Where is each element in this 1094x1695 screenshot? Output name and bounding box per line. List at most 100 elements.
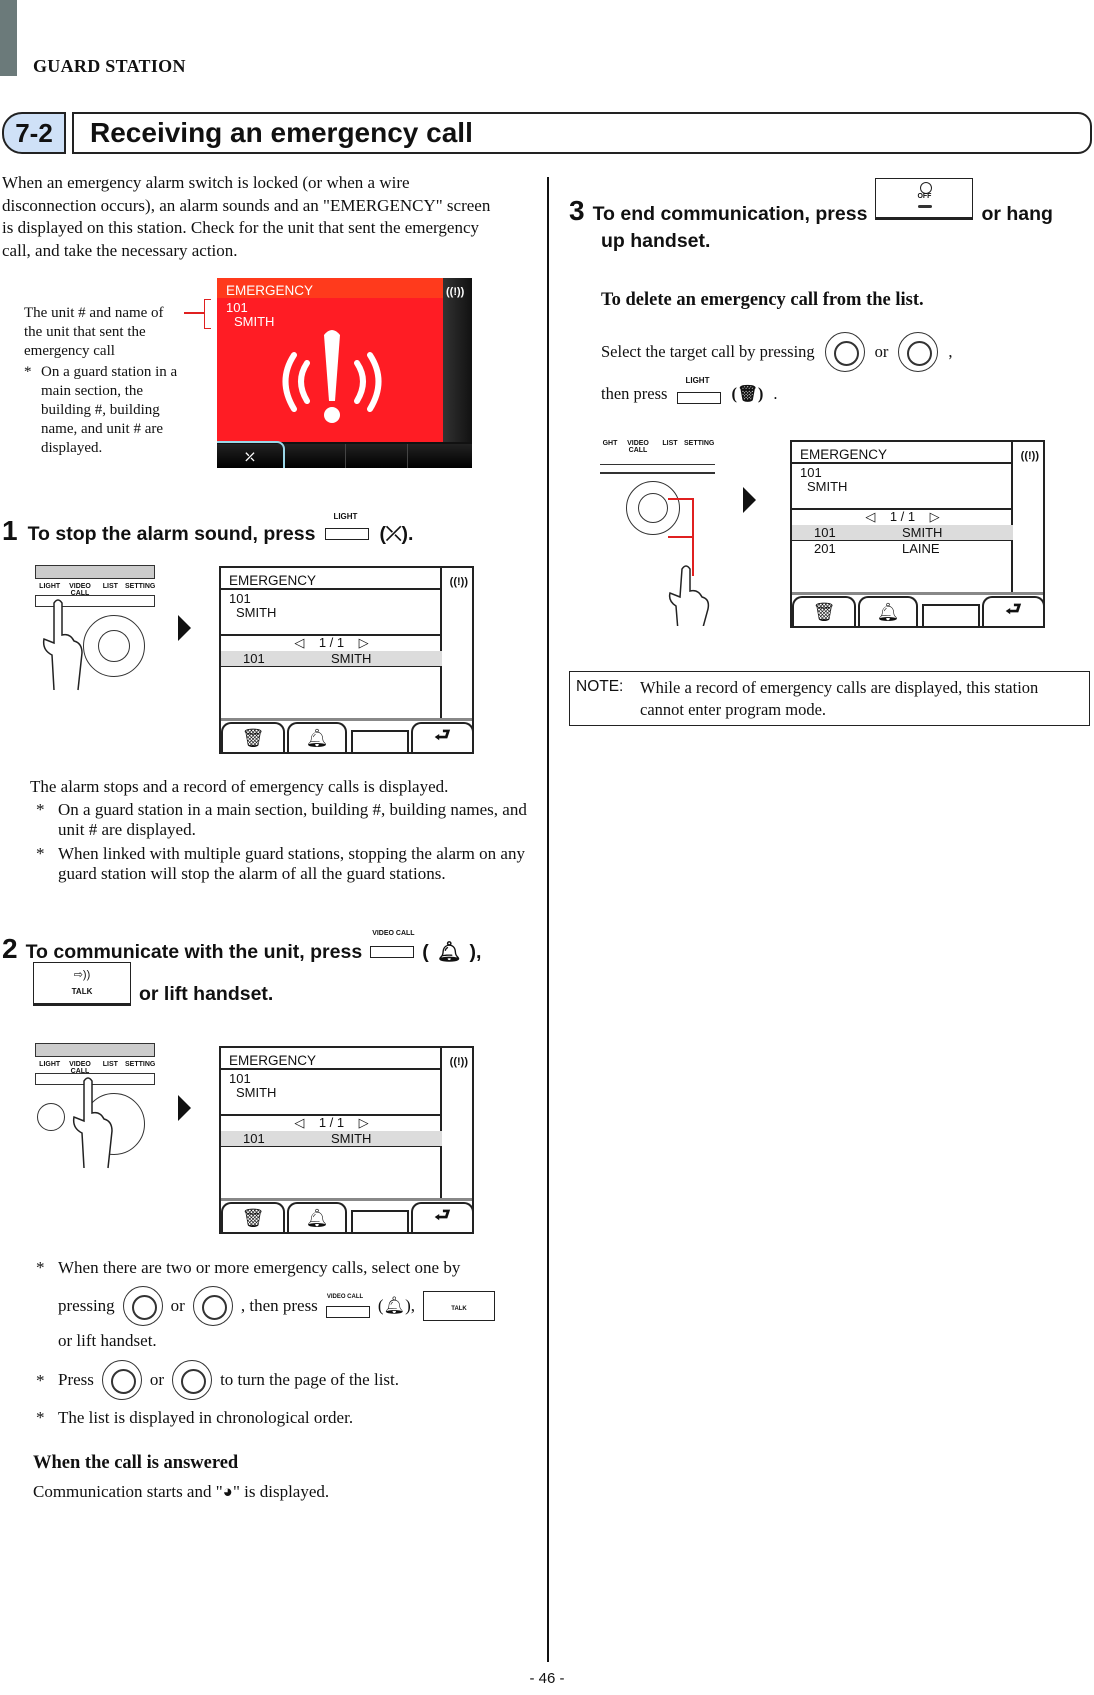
call-softkey[interactable]: 🔔︎: [287, 722, 347, 752]
section-header: GUARD STATION: [33, 56, 186, 76]
alarm-indicator-icon: ((!)): [446, 286, 465, 298]
device-panel-light-press: LIGHT VIDEO CALL LIST SETTING: [35, 565, 155, 695]
bell-icon: 🔔︎: [383, 1296, 406, 1315]
nav-left-button-icon: [172, 1360, 213, 1400]
delete-softkey[interactable]: 🗑: [221, 722, 285, 752]
page-title: Receiving an emergency call: [72, 112, 1092, 154]
callout-note: On a guard station in a main section, th…: [41, 364, 178, 456]
delete-heading: To delete an emergency call from the lis…: [601, 290, 924, 310]
callout-label: The unit # and name of the unit that sen…: [24, 305, 164, 359]
softkey-bar: 🗑 🔔︎ ⮐: [792, 592, 1043, 626]
note-label: NOTE:: [576, 678, 624, 695]
back-softkey[interactable]: ⮐: [982, 596, 1043, 626]
list-row[interactable]: 101 SMITH: [221, 651, 442, 667]
emergency-list-screen-3: ((!)) EMERGENCY 101 SMITH ◁ 1 / 1 ▷ 101 SM…: [790, 440, 1045, 628]
delete-softkey[interactable]: 🗑: [792, 596, 856, 626]
emergency-list-screen-1: ((!)) EMERGENCY 101 SMITH ◁ 1 / 1 ▷ 101 SM…: [219, 566, 474, 754]
answered-heading: When the call is answered: [33, 1453, 239, 1473]
call-softkey[interactable]: 🔔︎: [858, 596, 918, 626]
talk-icon: ⇨)): [73, 969, 91, 981]
step-number: 3: [569, 195, 585, 226]
step-1-text: To stop the alarm sound, press: [27, 523, 316, 545]
emergency-list-screen-2: ((!)) EMERGENCY 101 SMITH ◁ 1 / 1 ▷ 101 SM…: [219, 1046, 474, 1234]
alarm-mute-softkey[interactable]: ⤫: [217, 441, 285, 468]
alarm-mute-icon: ⤫: [243, 448, 257, 466]
asterisk: *: [24, 364, 32, 380]
back-softkey[interactable]: ⮐: [411, 722, 472, 752]
note-box: NOTE: While a record of emergency calls …: [569, 671, 1090, 726]
screen-header: EMERGENCY: [792, 442, 1013, 464]
step-2: 2 To communicate with the unit, press VI…: [2, 930, 482, 964]
bell-icon: 🔔︎: [305, 727, 329, 748]
nav-down-button-icon: [192, 1286, 233, 1326]
chapter-tab-bar: [0, 0, 17, 76]
back-softkey[interactable]: ⮐: [411, 1202, 472, 1232]
column-divider: [547, 177, 549, 1662]
step-1: 1 To stop the alarm sound, press LIGHT (…: [2, 512, 414, 547]
delete-softkey[interactable]: 🗑: [221, 1202, 285, 1232]
blank-softkey[interactable]: [351, 1210, 409, 1232]
key-button: [37, 1103, 65, 1131]
emergency-screen: EMERGENCY 101 SMITH ((!)) ⤫: [217, 278, 472, 468]
intro-paragraph: When an emergency alarm switch is locked…: [2, 173, 491, 260]
callout-line: [184, 312, 204, 314]
device-panel-nav-press: GHT VIDEO CALL LIST SETTING: [600, 436, 715, 626]
unit-number: 101: [226, 300, 248, 315]
callout-line: [668, 498, 692, 500]
result-arrow-icon: [178, 615, 191, 641]
alarm-indicator-icon: ((!)): [449, 576, 468, 588]
emergency-unit-info: 101 SMITH: [226, 301, 274, 329]
off-key: OFF: [875, 178, 974, 220]
step-2-line2: TALK ⇨)) or lift handset.: [33, 962, 273, 1006]
screen-header: EMERGENCY: [221, 568, 442, 590]
unit-number: 101: [229, 591, 251, 606]
step-2-text: To communicate with the unit, press: [25, 941, 363, 963]
callout: The unit # and name of the unit that sen…: [24, 304, 184, 458]
page-number: - 46 -: [529, 1670, 565, 1687]
step-1-result: The alarm stops and a record of emergenc…: [30, 776, 530, 888]
trash-icon: 🗑: [241, 727, 265, 748]
bell-icon: 🔔︎: [305, 1207, 329, 1228]
talk-key: TALK ⇨)): [33, 962, 131, 1006]
bell-icon: 🔔︎: [436, 941, 462, 963]
light-key-label: LIGHT: [333, 512, 358, 521]
result-arrow-icon: [178, 1095, 191, 1121]
list-row[interactable]: 101 SMITH: [221, 1131, 442, 1147]
communication-icon: ◕: [222, 1482, 233, 1501]
pager-count: 1 / 1: [318, 635, 345, 650]
screen-header: EMERGENCY: [221, 1048, 442, 1070]
blank-softkey[interactable]: [351, 730, 409, 752]
bell-icon: 🔔︎: [876, 601, 900, 622]
step-1-icon-text: (⤫).: [379, 523, 414, 545]
call-softkey[interactable]: 🔔︎: [287, 1202, 347, 1232]
note-text: When linked with multiple guard stations…: [58, 844, 525, 883]
device-panel-video-call-press: LIGHT VIDEO CALL LIST SETTING: [35, 1043, 155, 1173]
step-3: 3 To end communication, press OFF or han…: [569, 178, 1053, 227]
trash-icon: 🗑: [812, 601, 836, 622]
step-1-result-text: The alarm stops and a record of emergenc…: [30, 777, 449, 796]
list-row[interactable]: 201 LAINE: [792, 541, 1013, 556]
step-number: 2: [2, 933, 18, 964]
softkey-bar: 🗑 🔔︎ ⮐: [221, 718, 472, 752]
softkey-bar: 🗑 🔔︎ ⮐: [221, 1198, 472, 1232]
note-text: While a record of emergency calls are di…: [640, 678, 1039, 719]
step-3-line2: up handset.: [601, 230, 711, 252]
video-call-key: VIDEO CALL: [325, 1294, 370, 1318]
answered-text: Communication starts and "◕" is displaye…: [33, 1482, 330, 1501]
light-key: LIGHT: [325, 512, 370, 540]
talk-key: TALK: [423, 1291, 495, 1321]
list-row[interactable]: 101 SMITH: [792, 525, 1013, 541]
return-icon: ⮐: [434, 1205, 451, 1225]
nav-up-button-icon: [824, 332, 865, 372]
step-number: 1: [2, 515, 18, 546]
finger-pointer-icon: [42, 599, 83, 691]
callout-bracket: [204, 299, 211, 329]
nav-right-button-icon: [101, 1360, 142, 1400]
step-2-notes: * When there are two or more emergency ca…: [36, 1258, 516, 1432]
blank-softkey[interactable]: [922, 604, 980, 626]
alarm-indicator-icon: ((!)): [1020, 450, 1039, 462]
return-icon: ⮐: [1005, 599, 1022, 619]
nav-up-button-icon: [122, 1286, 163, 1326]
unit-name: SMITH: [236, 605, 277, 620]
alarm-indicator-icon: ((!)): [449, 1056, 468, 1068]
